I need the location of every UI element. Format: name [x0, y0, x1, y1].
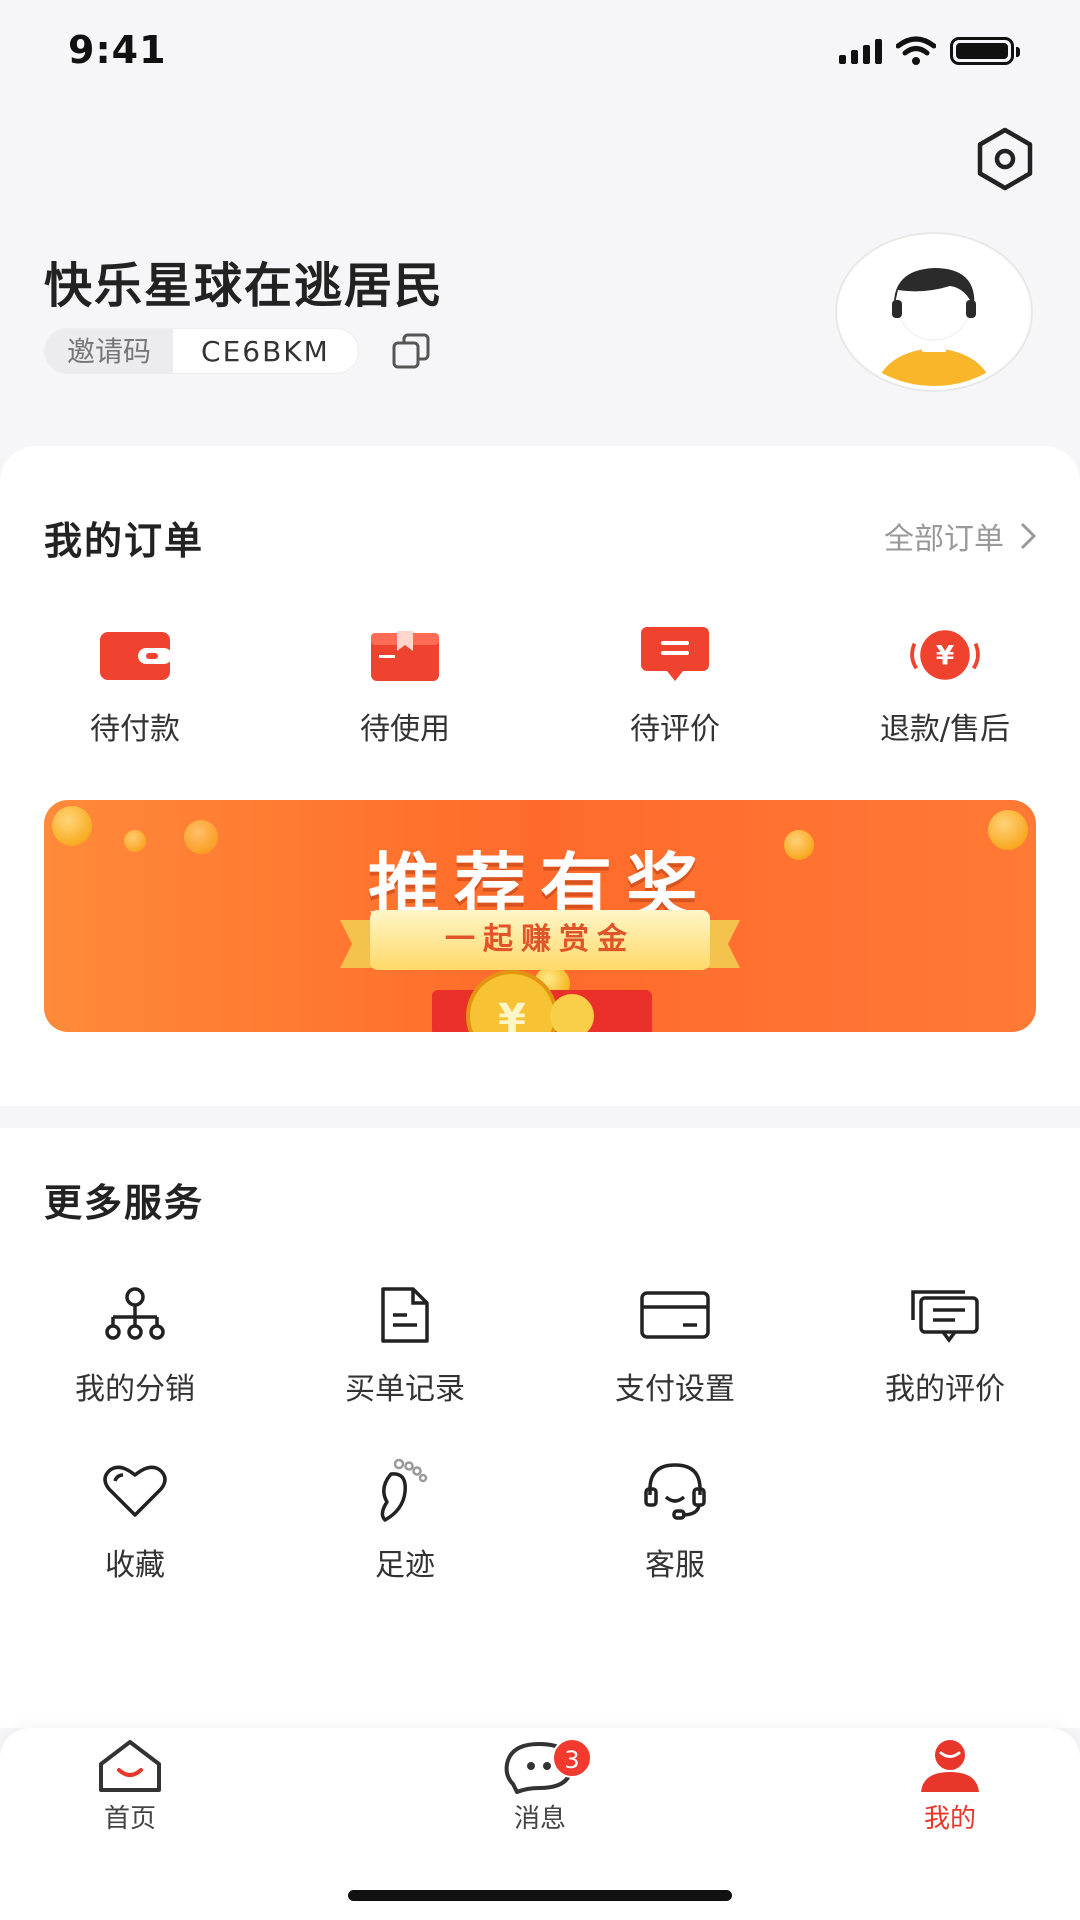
battery-icon — [950, 37, 1020, 65]
service-label: 客服 — [645, 1548, 705, 1583]
reviews-icon — [905, 1280, 985, 1350]
tab-label: 首页 — [103, 1804, 156, 1834]
all-orders-label: 全部订单 — [884, 522, 1004, 557]
comment-icon — [635, 620, 715, 690]
profile-icon — [921, 1740, 979, 1792]
service-customer-support[interactable]: 客服 — [540, 1456, 810, 1584]
distribution-icon — [95, 1280, 175, 1350]
invite-code-pill: 邀请码 CE6BKM — [44, 328, 359, 374]
svg-text:¥: ¥ — [498, 996, 526, 1032]
section-divider — [0, 1106, 1080, 1128]
heart-icon — [95, 1456, 175, 1526]
home-indicator — [348, 1890, 732, 1901]
service-label: 收藏 — [105, 1548, 165, 1583]
chevron-right-icon — [1020, 522, 1036, 550]
home-icon — [99, 1740, 161, 1792]
status-bar: 9:41 — [0, 0, 1080, 100]
document-icon — [365, 1280, 445, 1350]
services-row-2: 收藏 足迹 客服 — [0, 1456, 1080, 1584]
orders-title: 我的订单 — [44, 519, 205, 563]
service-label: 我的分销 — [75, 1372, 195, 1407]
tab-messages[interactable]: 3 消息 — [440, 1738, 640, 1835]
gift-box-icon — [365, 620, 445, 690]
service-purchase-records[interactable]: 买单记录 — [270, 1280, 540, 1408]
headset-icon — [635, 1456, 715, 1526]
refund-icon: ¥ — [905, 620, 985, 690]
service-label: 买单记录 — [345, 1372, 465, 1407]
profile-name: 快乐星球在逃居民 — [44, 258, 445, 314]
order-status-row: 待付款 待使用 待评价 ¥ 退款/售后 — [0, 620, 1080, 748]
service-label: 支付设置 — [615, 1372, 735, 1407]
invite-code-row: 邀请码 CE6BKM — [44, 328, 431, 374]
card-icon — [635, 1280, 715, 1350]
referral-banner[interactable]: 推荐有奖 一起赚赏金 ¥ — [44, 800, 1036, 1032]
footprint-icon — [365, 1456, 445, 1526]
services-title: 更多服务 — [44, 1181, 205, 1225]
status-icons — [839, 36, 1020, 66]
service-favorites[interactable]: 收藏 — [0, 1456, 270, 1584]
order-item-label: 待评价 — [630, 712, 720, 747]
order-pending-review[interactable]: 待评价 — [540, 620, 810, 748]
order-pending-use[interactable]: 待使用 — [270, 620, 540, 748]
tab-label: 消息 — [513, 1804, 566, 1834]
service-label: 我的评价 — [885, 1372, 1005, 1407]
service-payment-settings[interactable]: 支付设置 — [540, 1280, 810, 1408]
service-footprints[interactable]: 足迹 — [270, 1456, 540, 1584]
avatar[interactable] — [834, 232, 1034, 392]
settings-icon[interactable] — [972, 126, 1038, 192]
service-label: 足迹 — [375, 1548, 435, 1583]
services-row-1: 我的分销 买单记录 支付设置 我的评价 — [0, 1280, 1080, 1408]
order-refund[interactable]: ¥ 退款/售后 — [810, 620, 1080, 748]
all-orders-link[interactable]: 全部订单 — [884, 514, 1036, 558]
signal-icon — [839, 38, 882, 64]
order-item-label: 退款/售后 — [879, 712, 1011, 747]
wifi-icon — [896, 36, 936, 65]
tab-profile[interactable]: 我的 — [850, 1738, 1050, 1835]
status-time: 9:41 — [68, 28, 167, 72]
copy-icon[interactable] — [391, 331, 431, 371]
banner-subtitle: 一起赚赏金 — [370, 910, 710, 970]
svg-text:¥: ¥ — [936, 641, 955, 672]
service-my-reviews[interactable]: 我的评价 — [810, 1280, 1080, 1408]
service-distribution[interactable]: 我的分销 — [0, 1280, 270, 1408]
wallet-icon — [95, 620, 175, 690]
coin-pile-icon: ¥ — [432, 970, 652, 1032]
invite-code-label: 邀请码 — [45, 329, 174, 373]
unread-badge: 3 — [552, 1738, 592, 1778]
invite-code-value: CE6BKM — [201, 335, 330, 368]
order-item-label: 待使用 — [360, 712, 450, 747]
tab-label: 我的 — [923, 1804, 976, 1834]
order-pending-payment[interactable]: 待付款 — [0, 620, 270, 748]
tab-home[interactable]: 首页 — [30, 1738, 230, 1835]
order-item-label: 待付款 — [90, 712, 180, 747]
